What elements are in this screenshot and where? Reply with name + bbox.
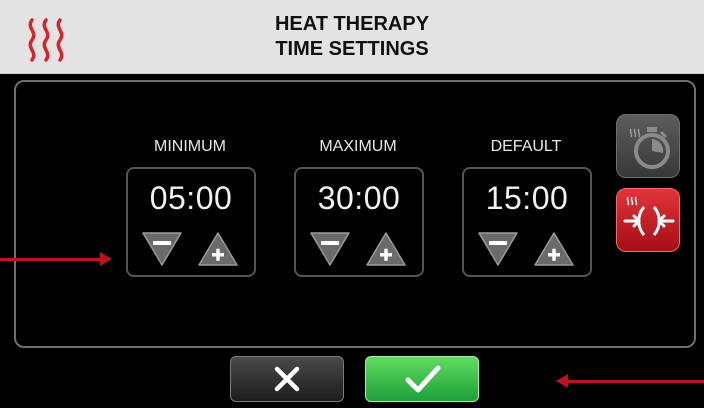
page-title: HEAT THERAPY TIME SETTINGS [150, 12, 554, 62]
minimum-time-value: 05:00 [149, 180, 233, 216]
plus-triangle-icon [198, 232, 238, 266]
timer-button[interactable] [616, 114, 680, 178]
plus-triangle-icon [534, 232, 574, 266]
default-label: DEFAULT [490, 138, 562, 155]
title-line-2: TIME SETTINGS [275, 38, 429, 60]
heat-compression-icon [623, 196, 675, 236]
check-icon [405, 365, 441, 393]
minus-triangle-icon [142, 232, 182, 266]
callout-arrow-right [556, 374, 704, 388]
minimum-decrease-button[interactable] [140, 229, 184, 269]
heat-compression-button[interactable] [616, 188, 680, 252]
plus-triangle-icon [366, 232, 406, 266]
minimum-increase-button[interactable] [196, 229, 240, 269]
minus-triangle-icon [478, 232, 518, 266]
heat-waves-icon [28, 18, 64, 62]
settings-panel: MINIMUM 05:00 MAXIMUM 30:00 DEFAULT 15:0… [14, 80, 696, 348]
stopwatch-icon [629, 127, 670, 169]
default-time-value: 15:00 [485, 180, 569, 216]
maximum-label: MAXIMUM [319, 138, 397, 155]
minus-triangle-icon [310, 232, 350, 266]
default-decrease-button[interactable] [476, 229, 520, 269]
title-line-1: HEAT THERAPY [274, 13, 430, 35]
default-increase-button[interactable] [532, 229, 576, 269]
settings-screen: MINIMUM 05:00 MAXIMUM 30:00 DEFAULT 15:0… [0, 74, 704, 408]
maximum-decrease-button[interactable] [308, 229, 352, 269]
maximum-increase-button[interactable] [364, 229, 408, 269]
maximum-time-value: 30:00 [317, 180, 401, 216]
header-bar: HEAT THERAPY TIME SETTINGS [0, 0, 704, 74]
default-time-box: 15:00 [462, 167, 592, 277]
x-icon [274, 366, 300, 392]
callout-arrow-left [0, 252, 112, 266]
maximum-time-box: 30:00 [294, 167, 424, 277]
cancel-button[interactable] [230, 356, 344, 402]
minimum-label: MINIMUM [154, 138, 226, 155]
minimum-time-box: 05:00 [126, 167, 256, 277]
confirm-button[interactable] [365, 356, 479, 402]
